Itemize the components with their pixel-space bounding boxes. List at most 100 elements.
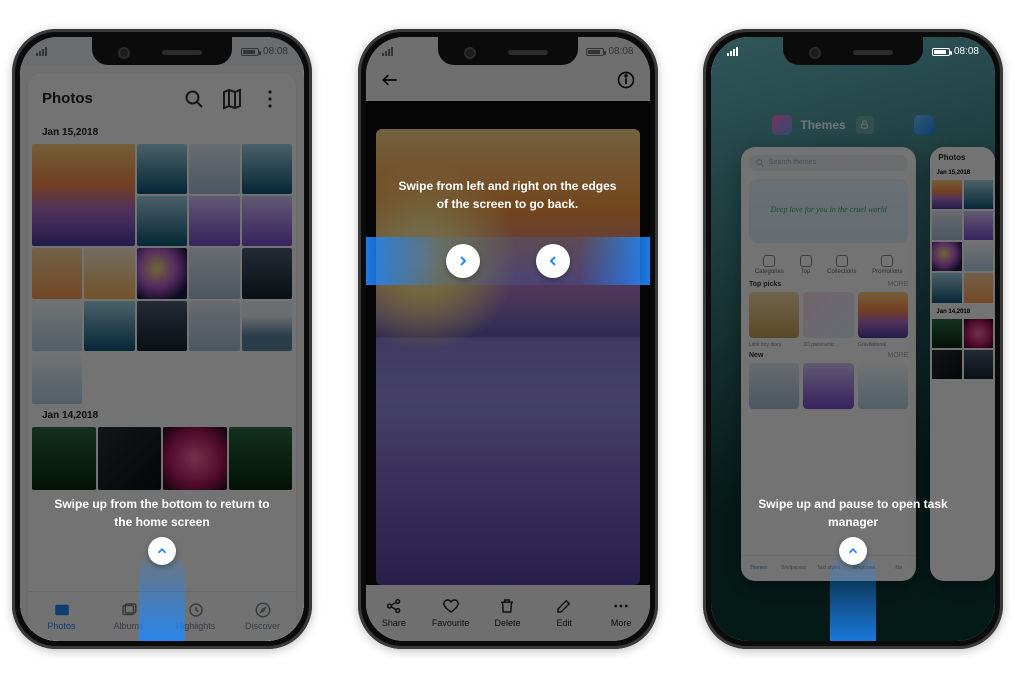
theme-thumb[interactable]	[749, 292, 799, 338]
theme-thumb[interactable]	[803, 292, 853, 338]
photo-thumb[interactable]	[32, 144, 135, 247]
tutorial-tip: Swipe up and pause to open task manager	[739, 495, 966, 531]
notch	[438, 37, 578, 65]
photo-thumb[interactable]	[137, 196, 187, 246]
status-time: 08:08	[263, 46, 288, 57]
theme-thumb[interactable]	[858, 292, 908, 338]
tab-photos[interactable]: Photos	[28, 592, 95, 641]
category-item[interactable]: Collections	[827, 255, 856, 275]
tutorial-tip: Swipe up from the bottom to return to th…	[48, 495, 275, 531]
search-placeholder: Search themes	[769, 159, 816, 166]
photo-thumb[interactable]	[98, 427, 162, 491]
viewer-topbar	[366, 65, 650, 101]
peek-date: Jan 15,2018	[930, 168, 995, 178]
chevron-up-icon	[839, 537, 867, 565]
battery-icon	[932, 48, 950, 56]
photo-thumb[interactable]	[242, 248, 292, 298]
photo-thumb[interactable]	[163, 427, 227, 491]
photo-thumb[interactable]	[84, 248, 134, 298]
photo-thumb[interactable]	[189, 248, 239, 298]
more-link[interactable]: MORE	[887, 281, 908, 288]
photo-thumb[interactable]	[229, 427, 293, 491]
signal-icon	[36, 47, 47, 56]
task-header: Themes	[711, 115, 995, 135]
date-header: Jan 15,2018	[28, 121, 296, 144]
theme-thumb[interactable]	[749, 363, 799, 409]
tab-discover[interactable]: Discover	[229, 592, 296, 641]
tab-label: Discover	[245, 621, 280, 631]
toolbar-label: Edit	[557, 618, 573, 628]
chevron-left-icon	[536, 244, 570, 278]
photos-header: Photos	[28, 73, 296, 121]
mini-tab[interactable]: Wallpapers	[776, 556, 811, 581]
photo-thumb[interactable]	[137, 301, 187, 351]
category-label: Top	[801, 269, 811, 275]
photo-thumb[interactable]	[242, 144, 292, 194]
photo-thumb[interactable]	[137, 144, 187, 194]
share-button[interactable]: Share	[366, 585, 423, 641]
toolbar-label: Favourite	[432, 618, 470, 628]
photo-thumb[interactable]	[189, 301, 239, 351]
section-label: New	[749, 352, 763, 359]
photo-thumb[interactable]	[32, 301, 82, 351]
photo-thumb[interactable]	[32, 353, 82, 403]
mini-tab[interactable]: Me	[881, 556, 916, 581]
lock-icon[interactable]	[856, 116, 874, 134]
photo-thumb[interactable]	[137, 248, 187, 298]
more-link[interactable]: MORE	[887, 352, 908, 359]
photo-grid[interactable]	[28, 144, 296, 404]
swipe-edge-indicator[interactable]	[366, 237, 650, 285]
mini-tab-label: Me	[895, 565, 902, 571]
battery-icon	[241, 48, 259, 56]
map-icon[interactable]	[220, 87, 244, 111]
more-button[interactable]: More	[593, 585, 650, 641]
photo-thumb[interactable]	[189, 144, 239, 194]
mini-tab-label: Themes	[750, 565, 768, 571]
toolbar-label: Share	[382, 618, 406, 628]
swipe-up-indicator[interactable]	[139, 551, 185, 641]
photo-thumb[interactable]	[189, 196, 239, 246]
category-label: Collections	[827, 269, 856, 275]
category-item[interactable]: Categories	[755, 255, 784, 275]
task-app-title: Themes	[800, 118, 845, 132]
theme-thumb[interactable]	[803, 363, 853, 409]
tab-label: Photos	[47, 621, 75, 631]
peek-date: Jan 14,2018	[930, 305, 995, 317]
category-item[interactable]: Promotions	[872, 255, 902, 275]
photo-thumb[interactable]	[32, 248, 82, 298]
mini-tab[interactable]: Themes	[741, 556, 776, 581]
themes-bottom-tabs: Themes Wallpapers Text styles Ringtones …	[741, 555, 916, 581]
search-icon[interactable]	[182, 87, 206, 111]
category-item[interactable]: Top	[800, 255, 812, 275]
more-vert-icon[interactable]	[258, 87, 282, 111]
photo-thumb[interactable]	[84, 301, 134, 351]
chevron-up-icon	[148, 537, 176, 565]
peek-title: Photos	[930, 147, 995, 168]
status-time: 08:08	[954, 46, 979, 57]
info-icon[interactable]	[616, 70, 636, 95]
notch	[92, 37, 232, 65]
edit-button[interactable]: Edit	[536, 585, 593, 641]
section-label: Top picks	[749, 281, 781, 288]
photo-thumb[interactable]	[242, 196, 292, 246]
chevron-right-icon	[446, 244, 480, 278]
category-label: Promotions	[872, 269, 902, 275]
back-icon[interactable]	[380, 70, 400, 95]
photo-thumb[interactable]	[32, 427, 96, 491]
swipe-up-indicator[interactable]	[830, 551, 876, 641]
device-phone-3: 08:08 Themes	[703, 29, 1003, 649]
promo-banner[interactable]: Deep love for you in the cruel world	[749, 179, 908, 243]
notch	[783, 37, 923, 65]
photo-thumb[interactable]	[242, 301, 292, 351]
delete-button[interactable]: Delete	[479, 585, 536, 641]
search-input[interactable]: Search themes	[749, 155, 908, 171]
signal-icon	[727, 47, 738, 56]
favourite-button[interactable]: Favourite	[422, 585, 479, 641]
viewer-app: Share Favourite Delete Edit	[366, 65, 650, 641]
category-label: Categories	[755, 269, 784, 275]
theme-thumb[interactable]	[858, 363, 908, 409]
status-time: 08:08	[608, 46, 633, 57]
device-phone-2: 08:08 Share	[358, 29, 658, 649]
photo-grid[interactable]	[28, 427, 296, 491]
signal-icon	[382, 47, 393, 56]
